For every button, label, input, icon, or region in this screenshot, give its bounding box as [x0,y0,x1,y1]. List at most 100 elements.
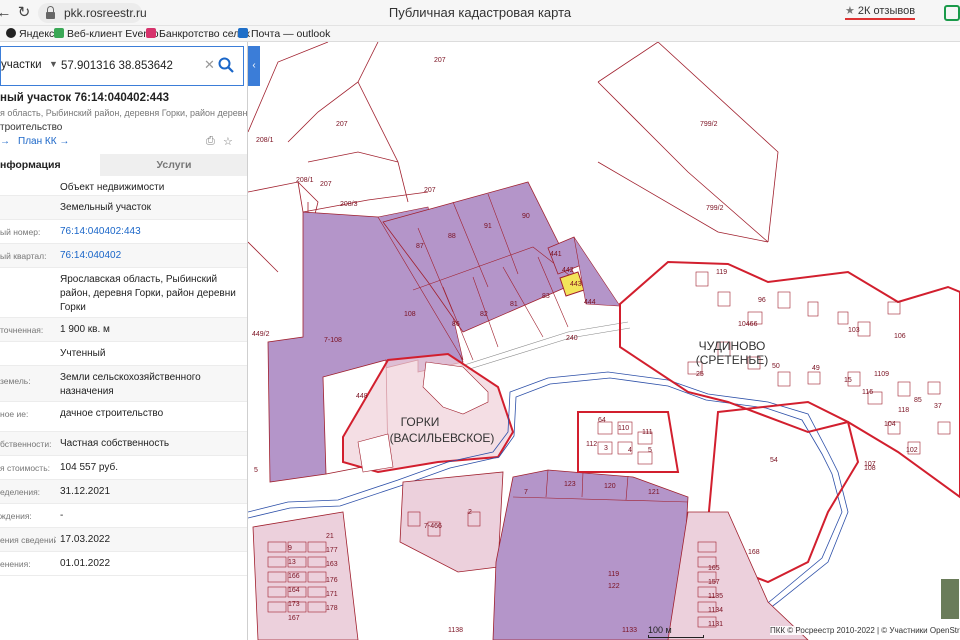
plan-kk-link[interactable]: План КК → [18,136,69,147]
extension-icon[interactable] [944,5,960,21]
building-outline[interactable] [807,371,821,385]
parcel-number-label: 173 [288,601,300,608]
info-row: енения: 01.01.2022 [0,552,247,576]
parcel-number-label: 208/1 [256,137,274,144]
search-type-select[interactable]: участки [1,59,42,71]
parcel-number-label: 91 [484,223,492,230]
parcel-number-label: 85 [914,397,922,404]
parcel-number-label: 64 [598,417,606,424]
bookmark-evernote[interactable]: Веб-клиент Everno [54,27,159,41]
parcel-bottom-mid[interactable] [399,471,504,573]
info-row-label: бственности: [0,439,52,449]
info-row-value: 31.12.2021 [60,486,111,497]
parcel-number-label: 111 [642,429,653,436]
bookmark-yandex[interactable]: Яндекс [6,27,54,41]
parcel-outline [597,42,659,83]
info-row: еделения: 31.12.2021 [0,480,247,504]
building-outline[interactable] [937,421,951,435]
parcel-outline [248,241,279,273]
reviews-link[interactable]: ★ 2К отзывов [845,5,916,20]
info-row: Учтенный [0,342,247,366]
info-row-value: 01.01.2022 [60,558,111,569]
search-icon[interactable] [217,56,235,74]
info-row: Ярославская область, Рыбинский район, де… [0,268,247,318]
parcel-number-label: 208/3 [340,201,358,208]
tab-information[interactable]: нформация [0,154,100,176]
collapse-panel-button[interactable]: ‹ [248,46,260,86]
bookmark-star-icon[interactable]: ☆ [223,135,235,148]
basemap-switcher[interactable] [940,578,960,620]
building-outline[interactable] [837,311,849,325]
parcel-number-label: 1134 [708,607,723,614]
back-link[interactable]: → [0,136,10,147]
building-outline[interactable] [695,271,709,287]
parcel-number-label: 207 [434,57,446,64]
parcel-number-label: 37 [934,403,942,410]
building-outline[interactable] [777,371,791,387]
info-row-label: еделения: [0,487,41,497]
parcel-number-label: 449/2 [252,331,270,338]
cadastral-map[interactable]: 207 207 799/2 208/1 207 208/1 207 799/2 208/3 87 8… [248,42,960,640]
info-row: Земельный участок [0,196,247,220]
bookmark-bankruptcy[interactable]: Банкротство сельх [146,27,250,41]
parcel-number-label: 90 [522,213,530,220]
parcel-number-label: 441 [550,251,562,258]
parcel-number-label: 167 [288,615,300,622]
info-row: бственности: Частная собственность [0,432,247,456]
info-row-link[interactable]: 76:14:040402 [60,249,244,263]
back-arrow-icon[interactable]: ← [0,3,14,23]
map-canvas[interactable]: 207 207 799/2 208/1 207 208/1 207 799/2 208/3 87 8… [248,42,960,640]
parcel-number-label: 87 [416,243,424,250]
object-title: ный участок 76:14:040402:443 [0,92,169,104]
parcel-number-label: 102 [906,447,918,454]
info-row: я стоимость: 104 557 руб. [0,456,247,480]
info-row-link[interactable]: 76:14:040402:443 [60,225,244,239]
parcel-number-label: 86 [452,321,460,328]
evernote-icon [54,28,64,38]
bookmark-label: Банкротство сельх [159,28,251,40]
parcel-number-label: 442 [562,267,574,274]
parcel-number-label: 4 [628,447,632,454]
info-row-value: Учтенный [60,348,106,359]
parcel-number-label: 177 [326,547,338,554]
parcel-outline [287,42,379,143]
tab-services[interactable]: Услуги [100,154,247,176]
parcel-number-label: 49 [812,365,820,372]
lock-icon [46,6,55,20]
print-icon[interactable]: ⎙ [206,135,218,147]
building-outline[interactable] [777,291,791,309]
clear-icon[interactable]: ✕ [204,57,215,73]
road-line [457,321,629,368]
bookmarks-bar: Яндекс Веб-клиент Everno Банкротство сел… [0,26,960,42]
parcel-number-label: 50 [772,363,780,370]
building-outline[interactable] [807,301,819,317]
info-row-label: точненная: [0,325,44,335]
parcel-number-label: 176 [326,577,338,584]
url-text: pkk.rosreestr.ru [64,6,147,20]
building-outline[interactable] [717,291,731,307]
info-row: ное ие: дачное строительство [0,402,247,432]
chevron-down-icon[interactable]: ▼ [49,59,58,69]
info-row-value: Ярославская область, Рыбинский район, де… [60,274,236,313]
parcel-bottom-left[interactable] [252,511,359,640]
search-input[interactable] [61,57,201,75]
address-bar[interactable]: pkk.rosreestr.ru [38,3,147,23]
reload-icon[interactable]: ↻ [14,3,34,23]
parcel-number-label: 83 [542,293,550,300]
road-line [459,327,631,373]
bookmark-outlook[interactable]: Почта — outlook [238,27,330,41]
search-bar: участки ▼ ✕ [0,46,244,86]
building-outline[interactable] [857,321,871,337]
building-outline[interactable] [887,301,901,315]
parcel-number-label: 110 [618,425,629,432]
info-row-label: ждения: [0,511,32,521]
parcel-number-label: 121 [648,489,660,496]
parcel-444[interactable] [573,236,621,307]
building-outline[interactable] [897,381,911,397]
parcel-bottom-right[interactable] [667,511,809,640]
parcel-number-label: 2 [468,509,472,516]
village-name-chudinovo: ЧУДИНОВО [699,339,766,353]
building-outline[interactable] [927,381,941,395]
parcel-number-label: 116 [862,389,873,396]
info-row-label: ый номер: [0,227,41,237]
